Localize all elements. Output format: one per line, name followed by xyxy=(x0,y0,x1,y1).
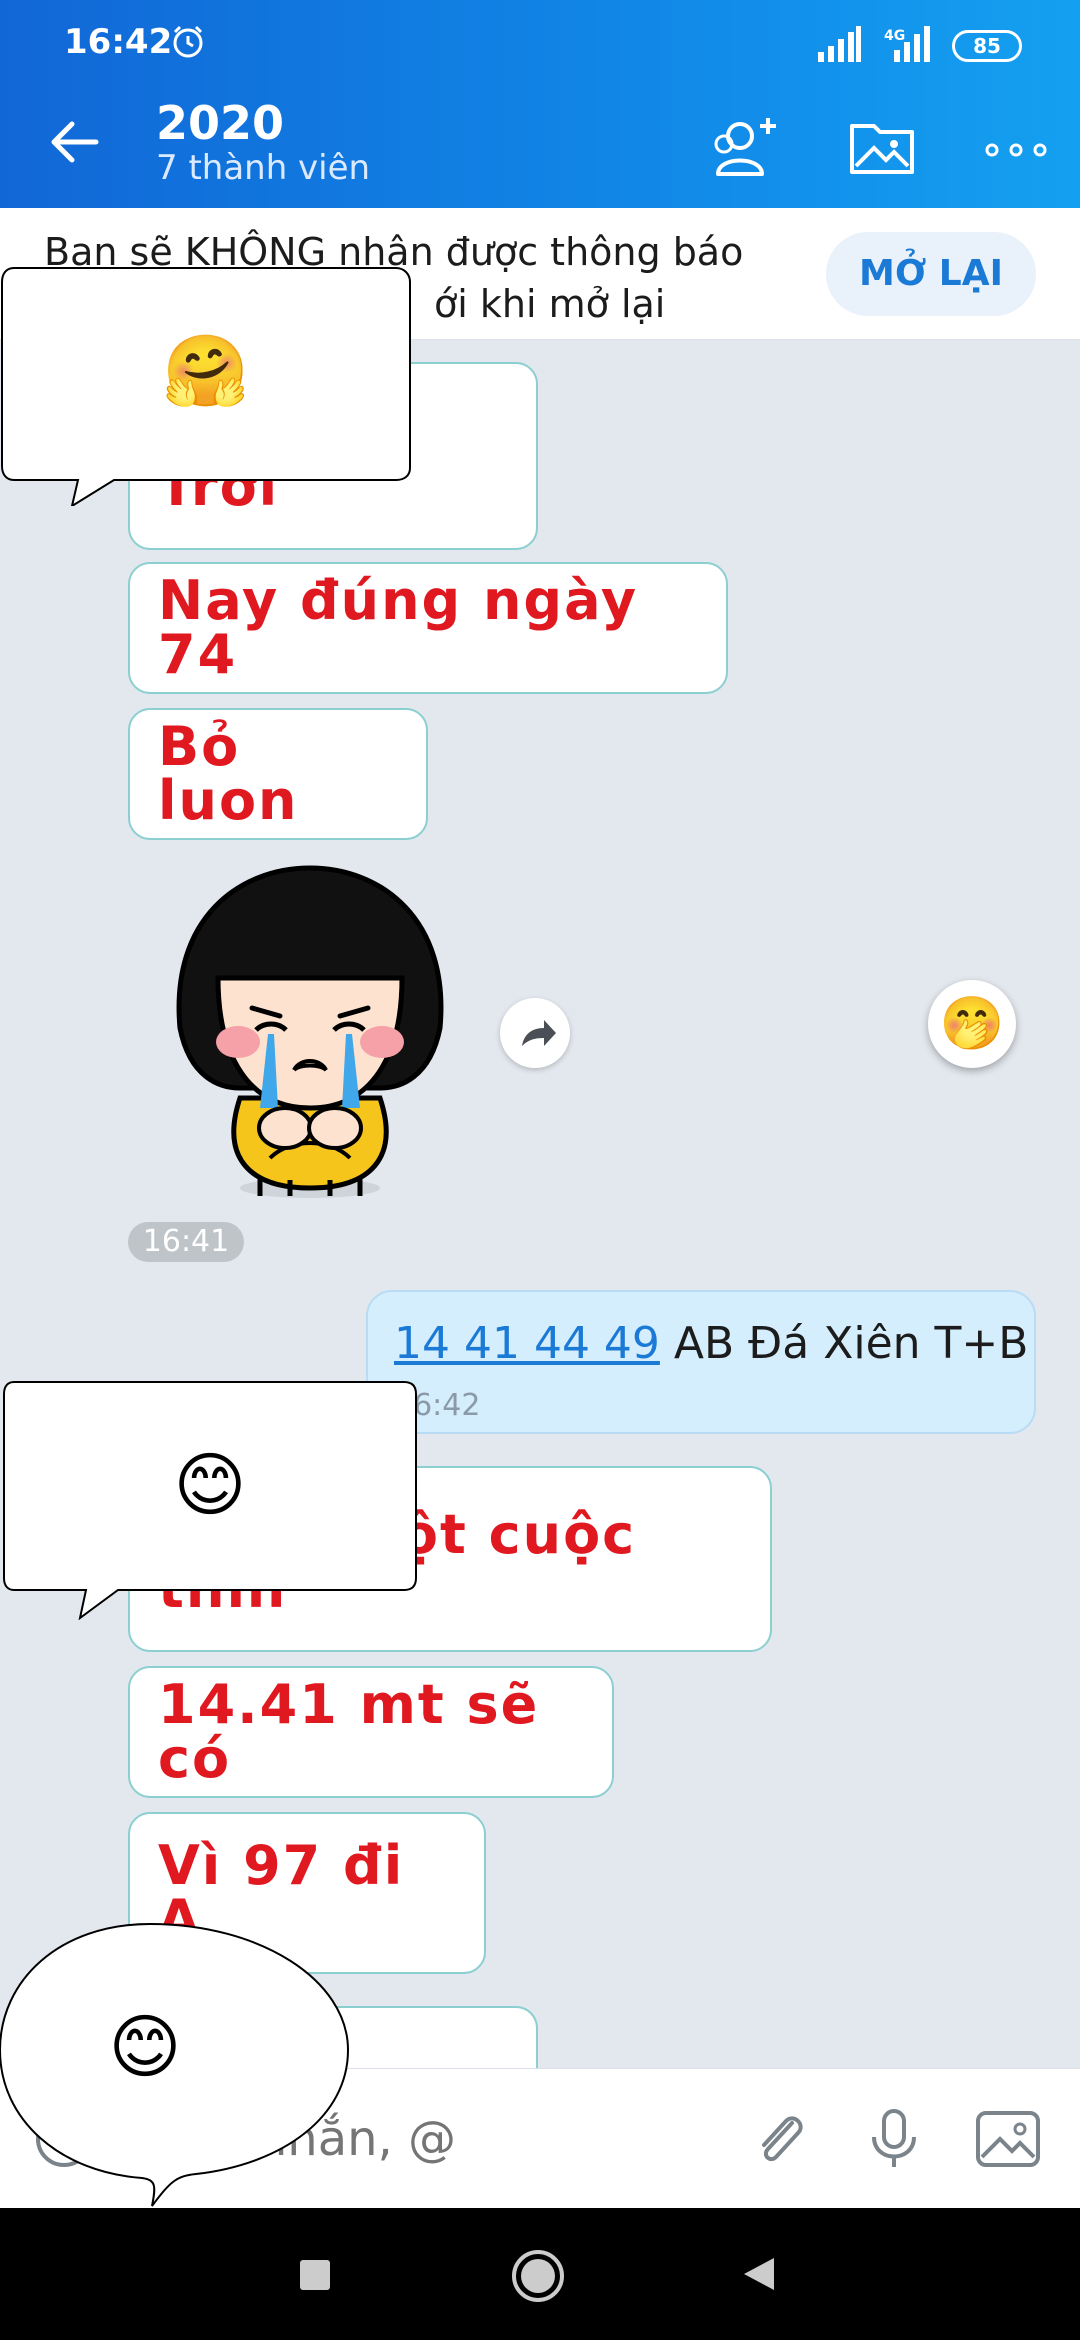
forward-button[interactable] xyxy=(500,998,570,1068)
more-options-icon[interactable] xyxy=(976,108,1056,188)
emoji-speech-balloon: 😊 xyxy=(0,1920,352,2210)
attachment-icon[interactable] xyxy=(744,2103,816,2175)
back-button[interactable] xyxy=(740,2254,780,2294)
recent-apps-button[interactable] xyxy=(298,2258,332,2292)
outgoing-message-text: 14 41 44 49 AB Đá Xiên T+B xyxy=(394,1318,1028,1369)
member-count[interactable]: 7 thành viên xyxy=(156,148,370,188)
reaction-button[interactable]: 🤭 xyxy=(928,980,1016,1068)
emoji-speech-balloon: 🤗 xyxy=(0,266,412,506)
crying-girl-sticker[interactable] xyxy=(160,858,460,1204)
signal-4g-icon xyxy=(894,26,930,62)
media-folder-icon[interactable] xyxy=(842,108,922,188)
message-text: Nay đúng ngày 74 xyxy=(158,569,639,686)
back-arrow-icon[interactable] xyxy=(44,112,104,172)
forward-icon xyxy=(522,1020,556,1046)
message-bubble[interactable]: 14.41 mt sẽ có xyxy=(128,1666,614,1798)
message-bubble[interactable]: Nay đúng ngày 74 xyxy=(128,562,728,694)
emoji-speech-balloon: 😊 xyxy=(2,1380,418,1620)
system-navigation-bar xyxy=(0,2208,1080,2340)
image-picker-icon[interactable] xyxy=(972,2103,1044,2175)
outgoing-message-bubble[interactable]: 14 41 44 49 AB Đá Xiên T+B 16:42 xyxy=(366,1290,1036,1434)
status-time: 16:42 xyxy=(64,22,173,62)
balloon-emoji: 😊 xyxy=(173,1444,247,1526)
signal-icon xyxy=(818,26,861,62)
battery-indicator: 85 xyxy=(952,30,1022,62)
message-bubble[interactable]: Bỏ luon xyxy=(128,708,428,840)
outgoing-message-body: AB Đá Xiên T+B xyxy=(659,1318,1029,1369)
timestamp-pill: 16:41 xyxy=(128,1222,244,1262)
chat-header: 2020 7 thành viên xyxy=(0,76,1080,208)
message-text: 14.41 mt sẽ có xyxy=(158,1673,540,1790)
unmute-button[interactable]: MỞ LẠI xyxy=(826,232,1036,316)
group-title[interactable]: 2020 xyxy=(156,96,284,150)
status-bar: 16:42 4G 85 xyxy=(0,0,1080,76)
microphone-icon[interactable] xyxy=(858,2103,930,2175)
phone-number-link[interactable]: 14 41 44 49 xyxy=(394,1318,660,1369)
add-member-icon[interactable] xyxy=(706,108,786,188)
balloon-emoji: 🤗 xyxy=(162,330,250,412)
balloon-emoji: 😊 xyxy=(108,2006,182,2088)
home-button[interactable] xyxy=(510,2248,566,2304)
alarm-icon xyxy=(173,25,203,58)
message-text: Bỏ luon xyxy=(158,715,299,832)
